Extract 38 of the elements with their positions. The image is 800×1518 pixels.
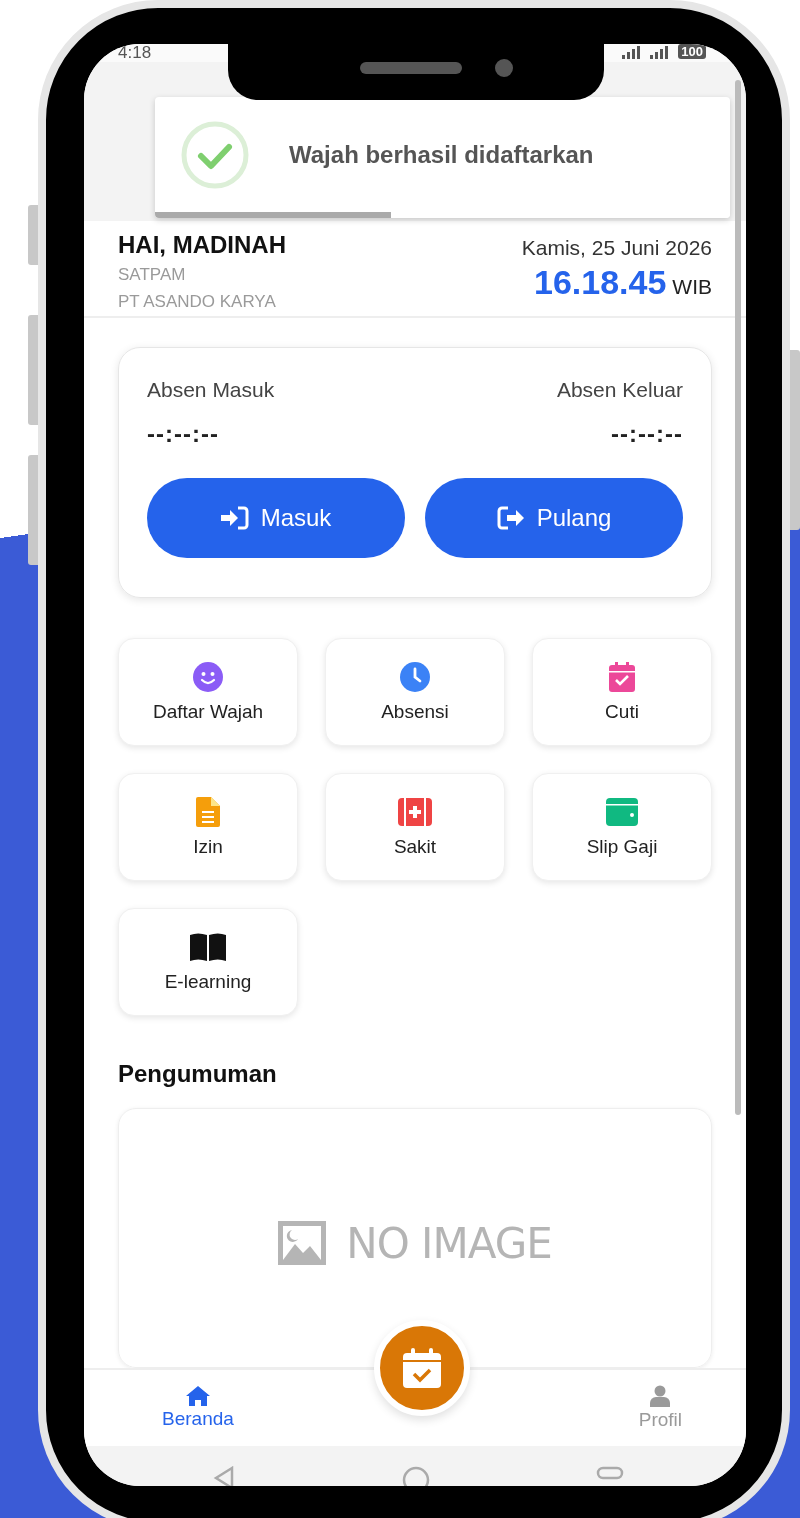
- image-placeholder-icon: [278, 1221, 327, 1265]
- recent-apps-icon[interactable]: [596, 1466, 624, 1480]
- menu-tile[interactable]: Cuti: [532, 638, 712, 746]
- battery-level: 100: [678, 44, 706, 59]
- check-in-time: --:--:--: [147, 420, 219, 448]
- company-name: PT ASANDO KARYA: [118, 290, 277, 313]
- check-out-button[interactable]: Pulang: [425, 478, 683, 558]
- sign-out-icon: [496, 506, 525, 530]
- menu-tile[interactable]: E-learning: [118, 908, 298, 1016]
- scrollbar[interactable]: [735, 80, 741, 1115]
- greeting: HAI, MADINAH: [118, 229, 286, 260]
- home-icon: [185, 1386, 210, 1406]
- timezone: WIB: [672, 274, 712, 299]
- section-title: Pengumuman: [118, 1060, 278, 1088]
- home-button-icon[interactable]: [402, 1466, 430, 1486]
- sign-in-icon: [220, 506, 249, 530]
- back-icon[interactable]: [212, 1466, 236, 1486]
- check-in-button[interactable]: Masuk: [147, 478, 405, 558]
- check-out-label: Absen Keluar: [556, 378, 683, 402]
- menu-tile[interactable]: Slip Gaji: [532, 773, 712, 881]
- menu-tile[interactable]: Daftar Wajah: [118, 638, 298, 746]
- menu-tile[interactable]: Sakit: [325, 773, 505, 881]
- toast-message: Wajah berhasil didaftarkan: [289, 140, 594, 169]
- calendar-check-icon: [403, 1348, 441, 1388]
- signal-icon: [622, 44, 643, 59]
- menu-tile[interactable]: Izin: [118, 773, 298, 881]
- person-icon: [650, 1385, 671, 1407]
- date: Kamis, 25 Juni 2026: [521, 234, 712, 261]
- check-in-label: Absen Masuk: [147, 378, 275, 402]
- job-title: SATPAM: [118, 263, 187, 286]
- signal-icon: [650, 44, 671, 59]
- nav-tab[interactable]: Beranda: [156, 1370, 240, 1446]
- no-image-label: NO IMAGE: [346, 1221, 552, 1267]
- clock-time: 16.18.45: [533, 262, 667, 302]
- status-time: 4:18: [118, 44, 152, 62]
- menu-tile[interactable]: Absensi: [325, 638, 505, 746]
- check-circle-icon: [181, 120, 249, 189]
- check-out-time: --:--:--: [611, 420, 683, 448]
